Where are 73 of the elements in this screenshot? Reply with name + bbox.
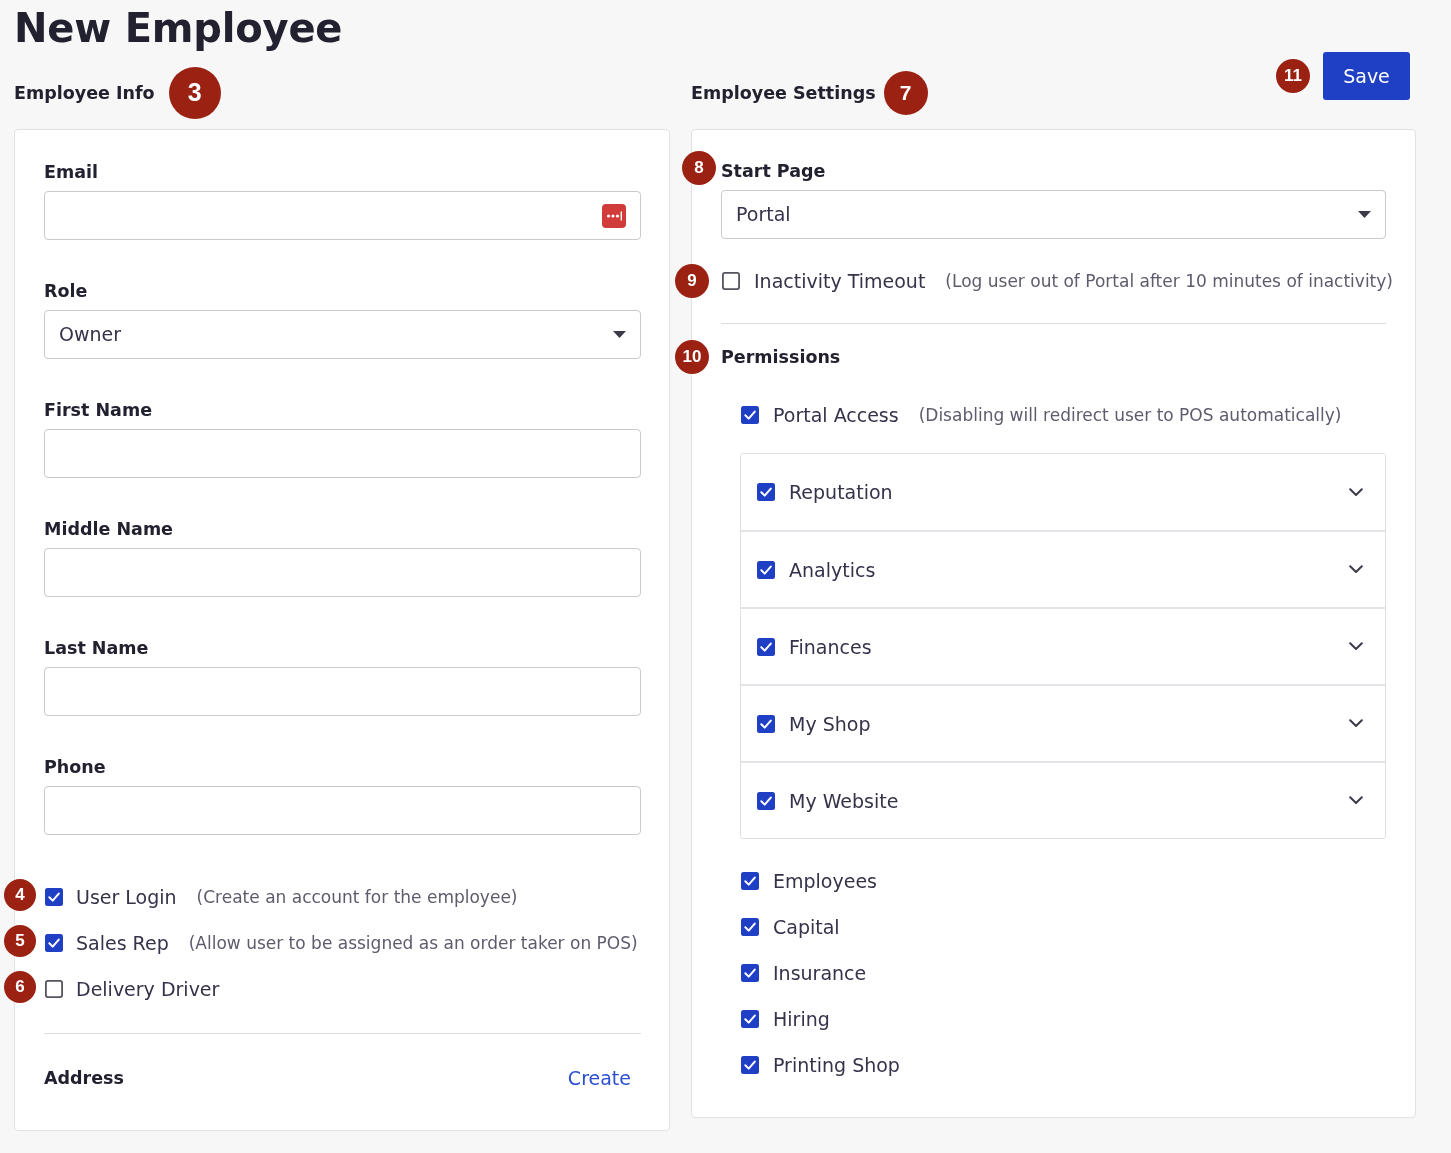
checkbox-label: Employees <box>773 869 877 893</box>
input-field[interactable] <box>44 786 641 835</box>
input-field[interactable] <box>44 548 641 597</box>
checkbox[interactable] <box>45 934 63 952</box>
field-label: Phone <box>44 756 106 779</box>
checkbox[interactable] <box>45 980 63 998</box>
chevron-down-icon[interactable] <box>1349 487 1363 497</box>
field-label: Email <box>44 161 98 184</box>
number-badge: 5 <box>4 925 36 957</box>
checkbox-label: User Login <box>76 885 177 909</box>
field-label: First Name <box>44 399 153 422</box>
hint-text: (Disabling will redirect user to POS automatically) <box>918 404 1342 426</box>
checkbox[interactable] <box>741 918 759 936</box>
checkbox-label: Analytics <box>789 557 876 582</box>
input-field[interactable] <box>44 667 641 716</box>
checkbox[interactable] <box>757 483 775 501</box>
checkbox[interactable] <box>741 1056 759 1074</box>
checkbox-label: Printing Shop <box>773 1053 900 1077</box>
hint-text: (Log user out of Portal after 10 minutes of inactivity) <box>945 270 1393 292</box>
caret-icon <box>1358 211 1371 218</box>
checkbox-label: Capital <box>773 915 840 939</box>
checkbox[interactable] <box>757 791 775 810</box>
chevron-down-icon[interactable] <box>1349 796 1363 805</box>
checkbox[interactable] <box>45 888 63 906</box>
checkbox-label: Portal Access <box>773 403 899 427</box>
input-field[interactable] <box>44 429 641 478</box>
page-title: New Employee <box>14 4 343 53</box>
chevron-down-icon[interactable] <box>1349 642 1363 651</box>
checkbox[interactable] <box>741 1010 759 1028</box>
checkbox[interactable] <box>741 872 759 890</box>
checkbox[interactable] <box>741 406 759 424</box>
checkbox[interactable] <box>757 637 775 656</box>
number-badge: 9 <box>675 264 709 298</box>
input-field[interactable] <box>44 191 641 240</box>
hint-text: (Allow user to be assigned as an order taker on POS) <box>188 932 638 954</box>
hint-text: (Create an account for the employee) <box>196 886 518 908</box>
dropdown-field[interactable]: Owner <box>44 310 641 359</box>
chevron-down-icon[interactable] <box>1349 565 1363 574</box>
number-badge: 8 <box>682 151 716 185</box>
password-dots-icon[interactable] <box>602 203 626 228</box>
field-label: Role <box>44 280 88 303</box>
number-badge: 10 <box>675 340 709 374</box>
field-label: Middle Name <box>44 518 173 541</box>
checkbox-label: Insurance <box>773 961 867 985</box>
checkbox-label: My Website <box>789 788 899 813</box>
field-label: Address <box>44 1067 124 1090</box>
field-label: Last Name <box>44 637 149 660</box>
checkbox-label: Finances <box>789 634 872 659</box>
accordion-item[interactable]: My Website <box>741 761 1385 838</box>
checkbox-label: Hiring <box>773 1007 830 1031</box>
checkbox-label: Inactivity Timeout <box>754 269 926 293</box>
section-heading: Employee Info <box>14 82 155 105</box>
checkbox[interactable] <box>757 560 775 579</box>
number-badge: 7 <box>883 71 928 115</box>
checkbox-label: My Shop <box>789 711 871 736</box>
checkbox[interactable] <box>757 714 775 733</box>
checkbox-label: Sales Rep <box>76 931 169 955</box>
checkbox[interactable] <box>741 964 759 982</box>
field-label: Start Page <box>721 160 826 183</box>
save-button[interactable]: Save <box>1323 52 1410 100</box>
checkbox-label: Reputation <box>789 480 893 504</box>
create-link[interactable]: Create <box>567 1066 631 1090</box>
number-badge: 11 <box>1276 59 1310 93</box>
checkbox[interactable] <box>722 272 740 290</box>
number-badge: 4 <box>4 879 36 911</box>
number-badge: 3 <box>168 67 221 119</box>
checkbox-label: Delivery Driver <box>76 977 220 1001</box>
section-heading: Employee Settings <box>691 82 876 105</box>
chevron-down-icon[interactable] <box>1349 719 1363 728</box>
caret-icon <box>613 331 626 338</box>
dropdown-field[interactable]: Portal <box>721 190 1386 239</box>
number-badge: 6 <box>4 971 36 1003</box>
section-heading: Permissions <box>721 346 841 369</box>
